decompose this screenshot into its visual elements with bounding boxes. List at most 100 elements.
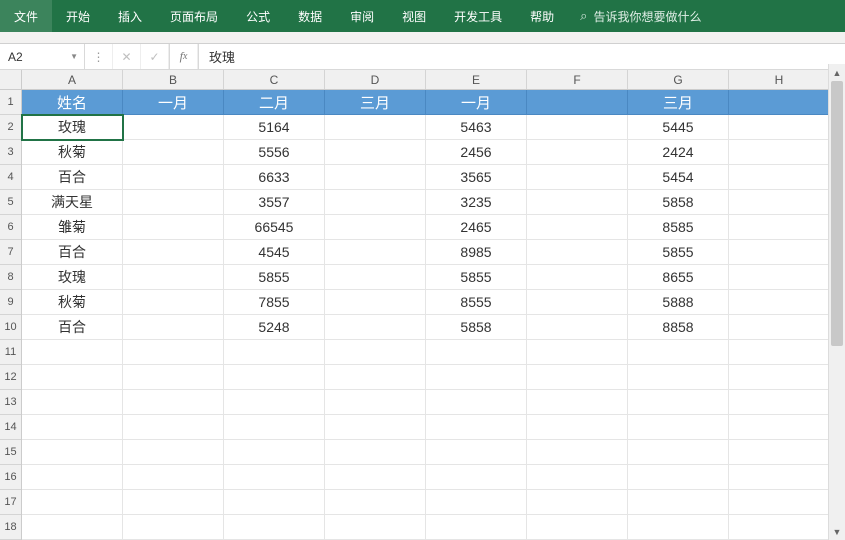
- cell-H11[interactable]: [729, 340, 830, 365]
- row-header-14[interactable]: 14: [0, 415, 21, 440]
- cell-H1[interactable]: [729, 90, 830, 115]
- row-header-1[interactable]: 1: [0, 90, 21, 115]
- cell-A1[interactable]: 姓名: [22, 90, 123, 115]
- cell-F7[interactable]: [527, 240, 628, 265]
- cell-C12[interactable]: [224, 365, 325, 390]
- cell-E1[interactable]: 一月: [426, 90, 527, 115]
- ribbon-search[interactable]: ⌕告诉我你想要做什么: [568, 0, 713, 32]
- vertical-scrollbar[interactable]: ▲ ▼: [828, 64, 845, 540]
- ribbon-tab-8[interactable]: 开发工具: [440, 0, 516, 32]
- cell-E10[interactable]: 5858: [426, 315, 527, 340]
- cell-H12[interactable]: [729, 365, 830, 390]
- ribbon-tab-6[interactable]: 审阅: [336, 0, 388, 32]
- cell-A2[interactable]: 玫瑰: [22, 115, 123, 140]
- cell-D1[interactable]: 三月: [325, 90, 426, 115]
- cell-C11[interactable]: [224, 340, 325, 365]
- cell-C6[interactable]: 66545: [224, 215, 325, 240]
- cell-D6[interactable]: [325, 215, 426, 240]
- row-header-7[interactable]: 7: [0, 240, 21, 265]
- cell-A9[interactable]: 秋菊: [22, 290, 123, 315]
- cell-A5[interactable]: 满天星: [22, 190, 123, 215]
- cell-F13[interactable]: [527, 390, 628, 415]
- cell-E17[interactable]: [426, 490, 527, 515]
- cell-G16[interactable]: [628, 465, 729, 490]
- cell-F8[interactable]: [527, 265, 628, 290]
- cell-E11[interactable]: [426, 340, 527, 365]
- ribbon-tab-2[interactable]: 插入: [104, 0, 156, 32]
- cell-D12[interactable]: [325, 365, 426, 390]
- cell-F11[interactable]: [527, 340, 628, 365]
- cell-E3[interactable]: 2456: [426, 140, 527, 165]
- confirm-icon[interactable]: ✓: [141, 44, 169, 69]
- cell-E9[interactable]: 8555: [426, 290, 527, 315]
- column-header-F[interactable]: F: [527, 70, 628, 89]
- cell-G13[interactable]: [628, 390, 729, 415]
- cell-F15[interactable]: [527, 440, 628, 465]
- cell-E18[interactable]: [426, 515, 527, 540]
- cell-G4[interactable]: 5454: [628, 165, 729, 190]
- cell-C1[interactable]: 二月: [224, 90, 325, 115]
- cell-G18[interactable]: [628, 515, 729, 540]
- cell-A6[interactable]: 雏菊: [22, 215, 123, 240]
- cell-H17[interactable]: [729, 490, 830, 515]
- cell-H2[interactable]: [729, 115, 830, 140]
- cell-C3[interactable]: 5556: [224, 140, 325, 165]
- row-header-2[interactable]: 2: [0, 115, 21, 140]
- scroll-track[interactable]: [829, 81, 845, 523]
- cell-H5[interactable]: [729, 190, 830, 215]
- cell-G7[interactable]: 5855: [628, 240, 729, 265]
- cell-C4[interactable]: 6633: [224, 165, 325, 190]
- row-header-6[interactable]: 6: [0, 215, 21, 240]
- cell-G10[interactable]: 8858: [628, 315, 729, 340]
- cell-C14[interactable]: [224, 415, 325, 440]
- cell-D4[interactable]: [325, 165, 426, 190]
- cell-F10[interactable]: [527, 315, 628, 340]
- cell-G3[interactable]: 2424: [628, 140, 729, 165]
- cell-F1[interactable]: [527, 90, 628, 115]
- cell-D8[interactable]: [325, 265, 426, 290]
- cell-E13[interactable]: [426, 390, 527, 415]
- cell-H6[interactable]: [729, 215, 830, 240]
- scroll-down-icon[interactable]: ▼: [829, 523, 845, 540]
- cell-B4[interactable]: [123, 165, 224, 190]
- cell-D10[interactable]: [325, 315, 426, 340]
- cell-A15[interactable]: [22, 440, 123, 465]
- cell-C10[interactable]: 5248: [224, 315, 325, 340]
- row-header-12[interactable]: 12: [0, 365, 21, 390]
- cell-F2[interactable]: [527, 115, 628, 140]
- row-header-8[interactable]: 8: [0, 265, 21, 290]
- cell-A7[interactable]: 百合: [22, 240, 123, 265]
- ribbon-tab-4[interactable]: 公式: [232, 0, 284, 32]
- cell-D7[interactable]: [325, 240, 426, 265]
- cell-F6[interactable]: [527, 215, 628, 240]
- row-header-4[interactable]: 4: [0, 165, 21, 190]
- cell-B5[interactable]: [123, 190, 224, 215]
- row-header-15[interactable]: 15: [0, 440, 21, 465]
- cell-B10[interactable]: [123, 315, 224, 340]
- cell-G9[interactable]: 5888: [628, 290, 729, 315]
- cell-D5[interactable]: [325, 190, 426, 215]
- cell-D16[interactable]: [325, 465, 426, 490]
- cell-D3[interactable]: [325, 140, 426, 165]
- cell-H7[interactable]: [729, 240, 830, 265]
- cell-B2[interactable]: [123, 115, 224, 140]
- cell-E4[interactable]: 3565: [426, 165, 527, 190]
- select-all-corner[interactable]: [0, 70, 22, 90]
- cell-F17[interactable]: [527, 490, 628, 515]
- cell-F12[interactable]: [527, 365, 628, 390]
- cell-D17[interactable]: [325, 490, 426, 515]
- ribbon-tab-9[interactable]: 帮助: [516, 0, 568, 32]
- ribbon-tab-1[interactable]: 开始: [52, 0, 104, 32]
- ribbon-tab-3[interactable]: 页面布局: [156, 0, 232, 32]
- cell-H15[interactable]: [729, 440, 830, 465]
- cell-D9[interactable]: [325, 290, 426, 315]
- cell-B9[interactable]: [123, 290, 224, 315]
- row-header-18[interactable]: 18: [0, 515, 21, 540]
- name-box[interactable]: A2 ▼: [0, 44, 85, 69]
- cell-G14[interactable]: [628, 415, 729, 440]
- cell-A17[interactable]: [22, 490, 123, 515]
- row-header-17[interactable]: 17: [0, 490, 21, 515]
- cell-G5[interactable]: 5858: [628, 190, 729, 215]
- cell-C8[interactable]: 5855: [224, 265, 325, 290]
- cell-H3[interactable]: [729, 140, 830, 165]
